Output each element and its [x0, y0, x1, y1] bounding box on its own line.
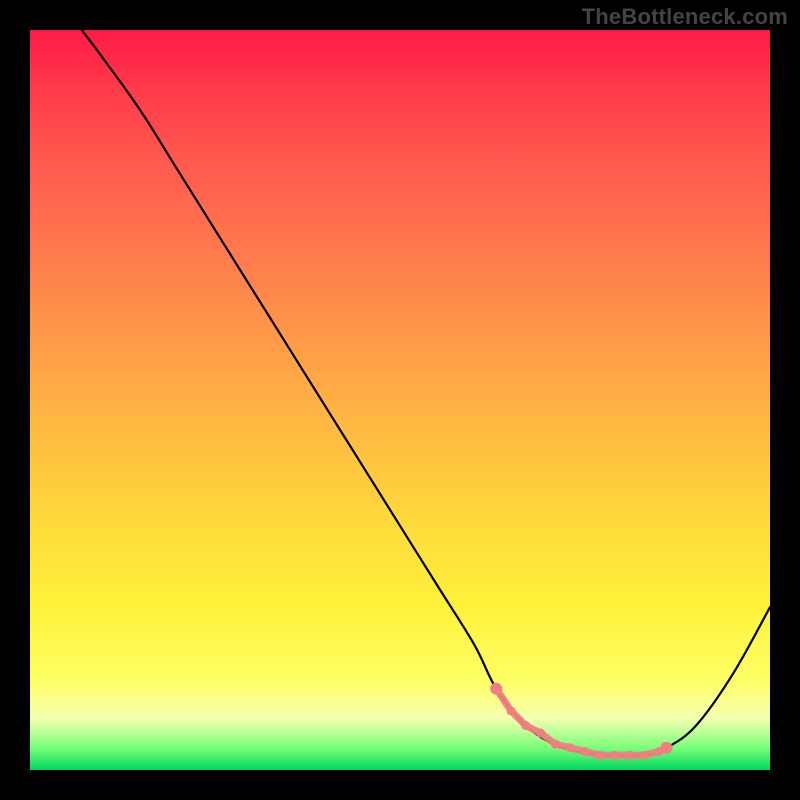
marker-dot	[625, 751, 634, 760]
marker-dot	[660, 742, 672, 754]
highlighted-range	[490, 683, 672, 760]
marker-dot	[521, 721, 530, 730]
plot-area	[30, 30, 770, 770]
chart-frame: TheBottleneck.com	[0, 0, 800, 800]
marker-dot	[490, 683, 502, 695]
marker-dot	[566, 743, 575, 752]
curve-layer	[30, 30, 770, 770]
marker-dot	[581, 747, 590, 756]
bottleneck-curve	[82, 30, 770, 756]
marker-dot	[507, 706, 516, 715]
marker-dot	[551, 740, 560, 749]
marker-dot	[640, 751, 649, 760]
watermark-text: TheBottleneck.com	[582, 4, 788, 30]
marker-connector	[496, 689, 666, 756]
marker-dot	[610, 751, 619, 760]
marker-dot	[536, 729, 545, 738]
marker-dot	[595, 751, 604, 760]
